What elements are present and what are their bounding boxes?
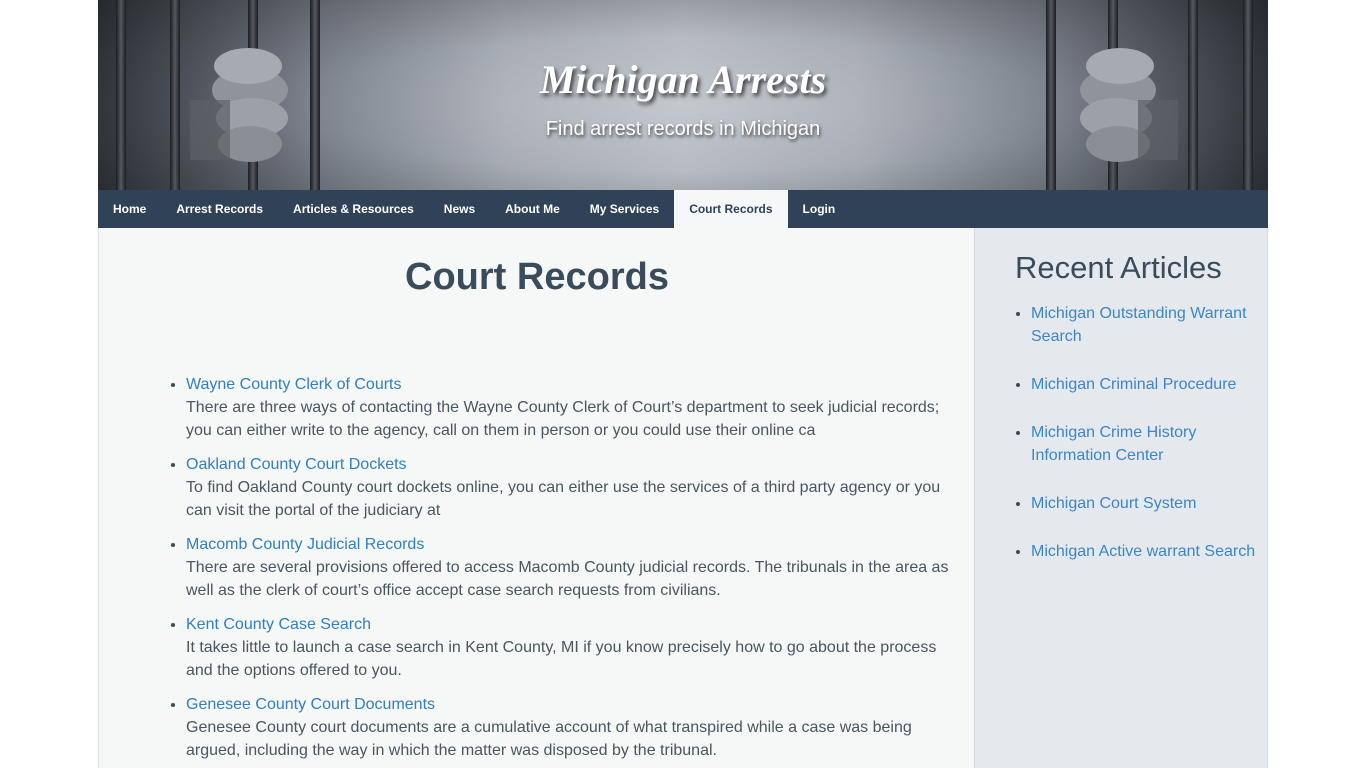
record-description: There are several provisions offered to …: [186, 559, 949, 599]
list-item: Kent County Case Search It takes little …: [186, 613, 956, 682]
record-link[interactable]: Oakland County Court Dockets: [186, 456, 407, 473]
nav-arrest-records[interactable]: Arrest Records: [161, 190, 278, 228]
page-container: Michigan Arrests Find arrest records in …: [98, 0, 1268, 768]
hand-left-icon: [190, 48, 288, 162]
nav-news[interactable]: News: [429, 190, 490, 228]
list-item: Michigan Outstanding Warrant Search: [1031, 302, 1267, 348]
recent-article-link[interactable]: Michigan Crime History Information Cente…: [1031, 424, 1196, 464]
list-item: Michigan Criminal Procedure: [1031, 373, 1267, 396]
record-description: There are three ways of contacting the W…: [186, 399, 940, 439]
main-content: Court Records Wayne County Clerk of Cour…: [98, 228, 974, 768]
site-title[interactable]: Michigan Arrests: [98, 56, 1268, 103]
site-header-banner: Michigan Arrests Find arrest records in …: [98, 0, 1268, 190]
recent-article-link[interactable]: Michigan Outstanding Warrant Search: [1031, 305, 1247, 345]
page-title: Court Records: [405, 256, 669, 298]
sidebar-title: Recent Articles: [1015, 250, 1222, 285]
recent-article-link[interactable]: Michigan Criminal Procedure: [1031, 376, 1236, 393]
recent-article-link[interactable]: Michigan Active warrant Search: [1031, 543, 1255, 560]
record-description: It takes little to launch a case search …: [186, 639, 937, 679]
nav-articles-resources[interactable]: Articles & Resources: [278, 190, 429, 228]
record-link[interactable]: Macomb County Judicial Records: [186, 536, 424, 553]
list-item: Michigan Crime History Information Cente…: [1031, 421, 1267, 467]
nav-my-services[interactable]: My Services: [575, 190, 674, 228]
sidebar: Recent Articles Michigan Outstanding War…: [974, 228, 1268, 768]
nav-login[interactable]: Login: [788, 190, 851, 228]
list-item: Michigan Court System: [1031, 492, 1267, 515]
list-item: Wayne County Clerk of Courts There are t…: [186, 373, 956, 442]
list-item: Macomb County Judicial Records There are…: [186, 533, 956, 602]
list-item: Michigan Active warrant Search: [1031, 540, 1267, 563]
record-link[interactable]: Kent County Case Search: [186, 616, 371, 633]
court-records-list: Wayne County Clerk of Courts There are t…: [168, 373, 956, 773]
nav-home[interactable]: Home: [98, 190, 161, 228]
main-navigation: Home Arrest Records Articles & Resources…: [98, 190, 1268, 228]
recent-article-link[interactable]: Michigan Court System: [1031, 495, 1196, 512]
hand-right-icon: [1080, 48, 1178, 162]
list-item: Genesee County Court Documents Genesee C…: [186, 693, 956, 762]
record-link[interactable]: Wayne County Clerk of Courts: [186, 376, 401, 393]
nav-court-records[interactable]: Court Records: [674, 190, 788, 228]
record-description: Genesee County court documents are a cum…: [186, 719, 912, 759]
site-tagline: Find arrest records in Michigan: [545, 118, 821, 140]
recent-articles-list: Michigan Outstanding Warrant Search Mich…: [1013, 302, 1267, 588]
nav-about-me[interactable]: About Me: [490, 190, 575, 228]
list-item: Oakland County Court Dockets To find Oak…: [186, 453, 956, 522]
record-description: To find Oakland County court dockets onl…: [186, 479, 941, 519]
record-link[interactable]: Genesee County Court Documents: [186, 696, 435, 713]
